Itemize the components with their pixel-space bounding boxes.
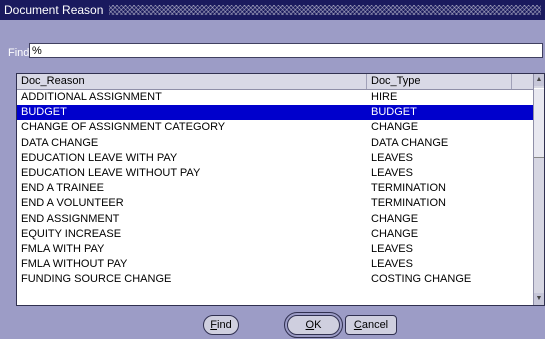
table-row[interactable]: END A VOLUNTEER TERMINATION <box>17 196 536 211</box>
doc-type-cell: LEAVES <box>371 151 413 164</box>
table-row[interactable]: END ASSIGNMENT CHANGE <box>17 212 536 227</box>
doc-reason-cell: FMLA WITH PAY <box>21 242 105 255</box>
doc-reason-cell: END ASSIGNMENT <box>21 212 120 225</box>
table-row[interactable]: ADDITIONAL ASSIGNMENT HIRE <box>17 90 536 105</box>
cancel-button-label: ancel <box>361 319 389 331</box>
column-header-doc-reason[interactable]: Doc_Reason <box>17 74 367 89</box>
list-header: Doc_Reason Doc_Type <box>17 74 544 90</box>
table-row[interactable]: EDUCATION LEAVE WITH PAY LEAVES <box>17 151 536 166</box>
ok-button-mnemonic: O <box>305 319 315 331</box>
find-button[interactable]: Find <box>203 315 239 335</box>
doc-type-cell: LEAVES <box>371 242 413 255</box>
doc-reason-cell: CHANGE OF ASSIGNMENT CATEGORY <box>21 121 226 134</box>
column-header-doc-type[interactable]: Doc_Type <box>367 74 512 89</box>
table-row[interactable]: CHANGE OF ASSIGNMENT CATEGORY CHANGE <box>17 120 536 135</box>
doc-type-cell: DATA CHANGE <box>371 136 449 149</box>
find-input[interactable] <box>29 43 543 58</box>
doc-type-cell: LEAVES <box>371 166 413 179</box>
results-list[interactable]: Doc_Reason Doc_Type ADDITIONAL ASSIGNMEN… <box>16 73 545 306</box>
doc-reason-cell: EDUCATION LEAVE WITHOUT PAY <box>21 166 201 179</box>
doc-type-cell: CHANGE <box>371 121 419 134</box>
doc-type-cell: CHANGE <box>371 212 419 225</box>
table-row[interactable]: FMLA WITHOUT PAY LEAVES <box>17 257 536 272</box>
titlebar-pattern <box>109 5 541 15</box>
doc-reason-cell: END A VOLUNTEER <box>21 197 124 210</box>
doc-reason-cell: EQUITY INCREASE <box>21 227 122 240</box>
doc-type-cell: HIRE <box>371 91 398 103</box>
doc-reason-cell: FUNDING SOURCE CHANGE <box>21 273 172 286</box>
table-row[interactable]: FMLA WITH PAY LEAVES <box>17 242 536 257</box>
doc-type-cell: TERMINATION <box>371 197 446 210</box>
vertical-scrollbar[interactable]: ▲ ▼ <box>533 74 544 305</box>
list-rows: ADDITIONAL ASSIGNMENT HIRE BUDGET BUDGET CHA… <box>17 90 536 287</box>
table-row[interactable]: FUNDING SOURCE CHANGE COSTING CHANGE <box>17 272 536 287</box>
table-row[interactable]: EQUITY INCREASE CHANGE <box>17 227 536 242</box>
table-row[interactable]: EDUCATION LEAVE WITHOUT PAY LEAVES <box>17 166 536 181</box>
doc-type-cell: COSTING CHANGE <box>371 273 472 286</box>
cancel-button[interactable]: Cancel <box>345 315 397 335</box>
cancel-button-mnemonic: C <box>353 319 362 331</box>
scroll-thumb[interactable] <box>534 88 544 158</box>
ok-button[interactable]: OK <box>287 315 340 335</box>
doc-reason-cell: ADDITIONAL ASSIGNMENT <box>21 91 162 103</box>
find-button-mnemonic: F <box>210 319 218 331</box>
doc-reason-cell: EDUCATION LEAVE WITH PAY <box>21 151 178 164</box>
ok-button-label: K <box>314 319 322 331</box>
table-row[interactable]: DATA CHANGE DATA CHANGE <box>17 136 536 151</box>
doc-type-cell: LEAVES <box>371 258 413 271</box>
doc-type-cell: TERMINATION <box>371 182 446 195</box>
doc-reason-cell: DATA CHANGE <box>21 136 99 149</box>
find-button-label: ind <box>217 319 232 331</box>
doc-reason-cell: END A TRAINEE <box>21 182 104 195</box>
table-row[interactable]: BUDGET BUDGET <box>17 105 536 121</box>
window-titlebar[interactable]: Document Reason <box>0 0 545 20</box>
scroll-down-icon[interactable]: ▼ <box>534 293 544 305</box>
scroll-up-icon[interactable]: ▲ <box>534 74 544 86</box>
window-title: Document Reason <box>4 3 104 17</box>
doc-type-cell: BUDGET <box>371 106 417 119</box>
find-label: Find <box>8 47 30 59</box>
doc-type-cell: CHANGE <box>371 227 419 240</box>
doc-reason-cell: BUDGET <box>21 106 67 119</box>
table-row[interactable]: END A TRAINEE TERMINATION <box>17 181 536 196</box>
doc-reason-cell: FMLA WITHOUT PAY <box>21 258 128 271</box>
